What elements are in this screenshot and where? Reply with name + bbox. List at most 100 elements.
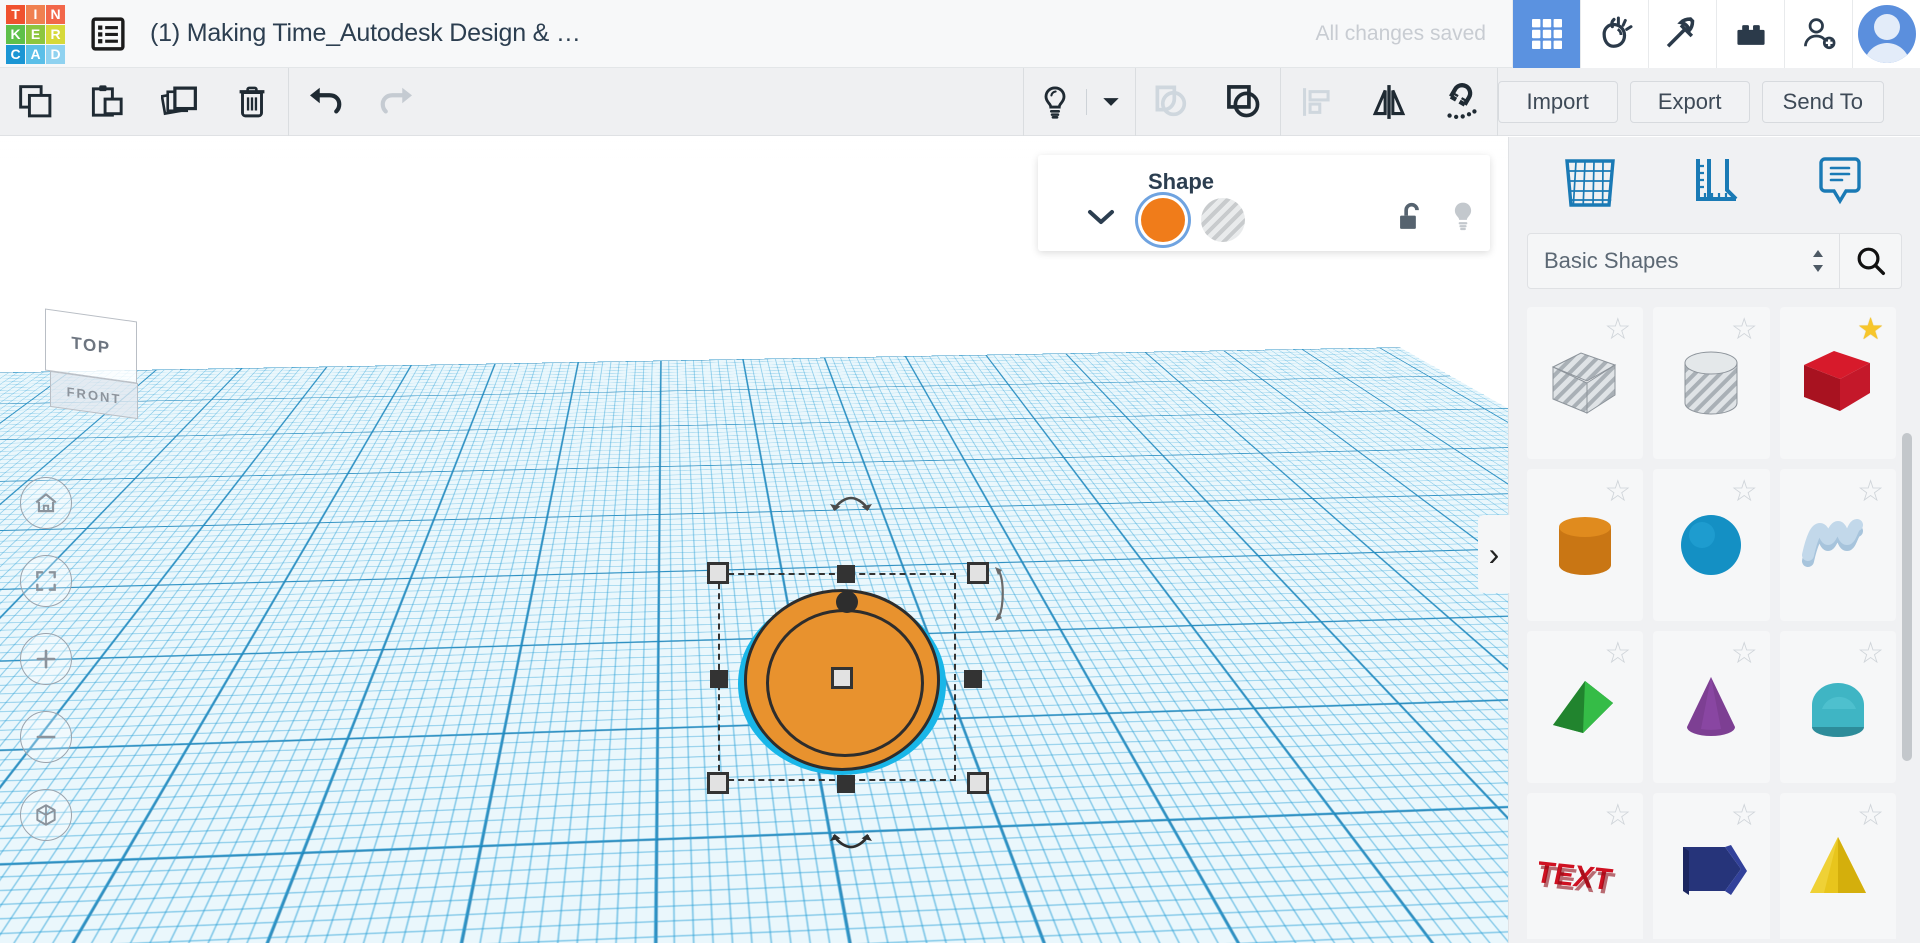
sort-arrows-icon	[1811, 248, 1825, 274]
workplane-canvas[interactable]: TOP FRONT	[0, 137, 1508, 943]
ungroup-icon[interactable]	[1208, 68, 1280, 136]
shape-card-cone[interactable]: ☆	[1653, 631, 1770, 783]
panel-collapse-toggle[interactable]: ›	[1478, 515, 1510, 593]
redo-icon[interactable]	[361, 68, 433, 136]
home-view-icon[interactable]	[20, 477, 72, 529]
copy-icon[interactable]	[0, 68, 72, 136]
tinkercad-logo[interactable]: TIN KER CAD	[0, 0, 68, 68]
project-actions: Import Export Send To	[1497, 80, 1920, 123]
shape-card-box[interactable]: ★	[1779, 307, 1896, 459]
star-outline-icon[interactable]: ☆	[1731, 477, 1758, 507]
star-outline-icon[interactable]: ☆	[1731, 801, 1758, 831]
logo-cell: E	[26, 24, 45, 44]
star-outline-icon[interactable]: ☆	[1604, 315, 1631, 345]
logo-cell: N	[46, 4, 65, 24]
hole-swatch[interactable]	[1201, 198, 1245, 242]
shape-card-cylinder[interactable]: ☆	[1527, 469, 1644, 621]
align-icon[interactable]	[1281, 68, 1353, 136]
unlock-icon[interactable]	[1396, 201, 1426, 240]
avatar-image	[1857, 4, 1916, 63]
ruler-icon[interactable]	[1684, 153, 1746, 218]
resize-handle-top-left[interactable]	[707, 562, 729, 584]
selected-shape[interactable]	[707, 496, 1004, 849]
shape-properties-panel: Shape	[1038, 155, 1490, 251]
logo-cell: I	[26, 4, 45, 24]
solid-color-swatch[interactable]	[1141, 198, 1185, 242]
grouping-tools	[1136, 68, 1280, 136]
notes-icon[interactable]	[1809, 153, 1871, 218]
rotate-handle-right[interactable]	[990, 565, 1010, 630]
move-handle-center[interactable]	[831, 667, 853, 689]
star-outline-icon[interactable]: ☆	[1604, 801, 1631, 831]
magnet-snap-icon[interactable]	[1425, 68, 1497, 136]
shape-grid-scrollbar[interactable]	[1902, 433, 1912, 761]
import-button[interactable]: Import	[1497, 80, 1618, 123]
shape-card-scribble[interactable]: ☆	[1779, 469, 1896, 621]
rotate-handle-bottom[interactable]	[828, 825, 874, 859]
view-cube[interactable]: TOP FRONT	[45, 308, 155, 425]
shape-card-pyramid[interactable]: ☆	[1779, 793, 1896, 939]
logo-cell: D	[46, 44, 65, 64]
zoom-out-icon[interactable]	[20, 711, 72, 763]
duplicate-icon[interactable]	[144, 68, 216, 136]
resize-handle-bottom-left[interactable]	[707, 772, 729, 794]
star-outline-icon[interactable]: ☆	[1604, 639, 1631, 669]
star-outline-icon[interactable]: ☆	[1604, 477, 1631, 507]
shape-card-polygon[interactable]: ☆	[1653, 793, 1770, 939]
chevron-down-icon[interactable]	[1086, 203, 1116, 234]
logo-cell: R	[46, 24, 65, 44]
avatar[interactable]	[1852, 0, 1920, 68]
lightbulb-icon[interactable]	[1448, 199, 1478, 240]
mirror-icon[interactable]	[1353, 68, 1425, 136]
star-filled-icon[interactable]: ★	[1857, 315, 1884, 345]
resize-handle-bottom-right[interactable]	[967, 772, 989, 794]
resize-handle-mid-right[interactable]	[964, 670, 982, 688]
shape-card-wedge[interactable]: ☆	[1527, 631, 1644, 783]
lego-brick-icon[interactable]	[1716, 0, 1784, 68]
star-outline-icon[interactable]: ☆	[1731, 315, 1758, 345]
shape-card-cylinder-hole[interactable]: ☆	[1653, 307, 1770, 459]
resize-handle-bottom-center[interactable]	[837, 775, 855, 793]
shape-card-roof[interactable]: ☆	[1779, 631, 1896, 783]
perspective-toggle-icon[interactable]	[20, 789, 72, 841]
zoom-in-icon[interactable]	[20, 633, 72, 685]
shape-card-sphere[interactable]: ☆	[1653, 469, 1770, 621]
logo-cell: K	[6, 24, 25, 44]
group-icon[interactable]	[1136, 68, 1208, 136]
top-bar: TIN KER CAD (1) Making Time_Autodesk Desig…	[0, 0, 1920, 68]
shape-category-value: Basic Shapes	[1544, 248, 1679, 273]
shape-library-grid: ☆ ☆ ★ ☆ ☆ ☆ ☆ ☆ ☆ TEXT TEXT ☆ ☆ ☆	[1509, 307, 1920, 939]
height-handle[interactable]	[836, 591, 858, 613]
grid-view-icon[interactable]	[1512, 0, 1580, 68]
search-icon[interactable]	[1840, 233, 1902, 289]
resize-handle-top-right[interactable]	[967, 562, 989, 584]
add-person-icon[interactable]	[1784, 0, 1852, 68]
shape-card-box-hole[interactable]: ☆	[1527, 307, 1644, 459]
lighting-tools	[1024, 68, 1135, 136]
svg-text:TEXT: TEXT	[1539, 860, 1618, 901]
shape-category-select[interactable]: Basic Shapes	[1527, 233, 1840, 289]
rotate-handle-top[interactable]	[828, 492, 874, 526]
page-title: (1) Making Time_Autodesk Design & …	[150, 19, 581, 47]
star-outline-icon[interactable]: ☆	[1731, 639, 1758, 669]
star-outline-icon[interactable]: ☆	[1857, 639, 1884, 669]
fit-to-view-icon[interactable]	[20, 555, 72, 607]
resize-handle-mid-left[interactable]	[710, 670, 728, 688]
save-status: All changes saved	[1315, 21, 1486, 45]
star-outline-icon[interactable]: ☆	[1857, 477, 1884, 507]
shape-card-text[interactable]: TEXT TEXT ☆	[1527, 793, 1644, 939]
chevron-down-icon[interactable]	[1087, 68, 1135, 136]
paste-icon[interactable]	[72, 68, 144, 136]
export-button[interactable]: Export	[1629, 80, 1750, 123]
resize-handle-top-center[interactable]	[837, 565, 855, 583]
tinker-hand-icon[interactable]	[1580, 0, 1648, 68]
arrange-tools	[1281, 68, 1497, 136]
delete-icon[interactable]	[216, 68, 288, 136]
project-list-button[interactable]	[88, 14, 128, 54]
pickaxe-icon[interactable]	[1648, 0, 1716, 68]
workplane-icon[interactable]	[1559, 153, 1621, 218]
undo-icon[interactable]	[289, 68, 361, 136]
star-outline-icon[interactable]: ☆	[1857, 801, 1884, 831]
lightbulb-icon[interactable]	[1024, 68, 1086, 136]
send-to-button[interactable]: Send To	[1761, 80, 1884, 123]
